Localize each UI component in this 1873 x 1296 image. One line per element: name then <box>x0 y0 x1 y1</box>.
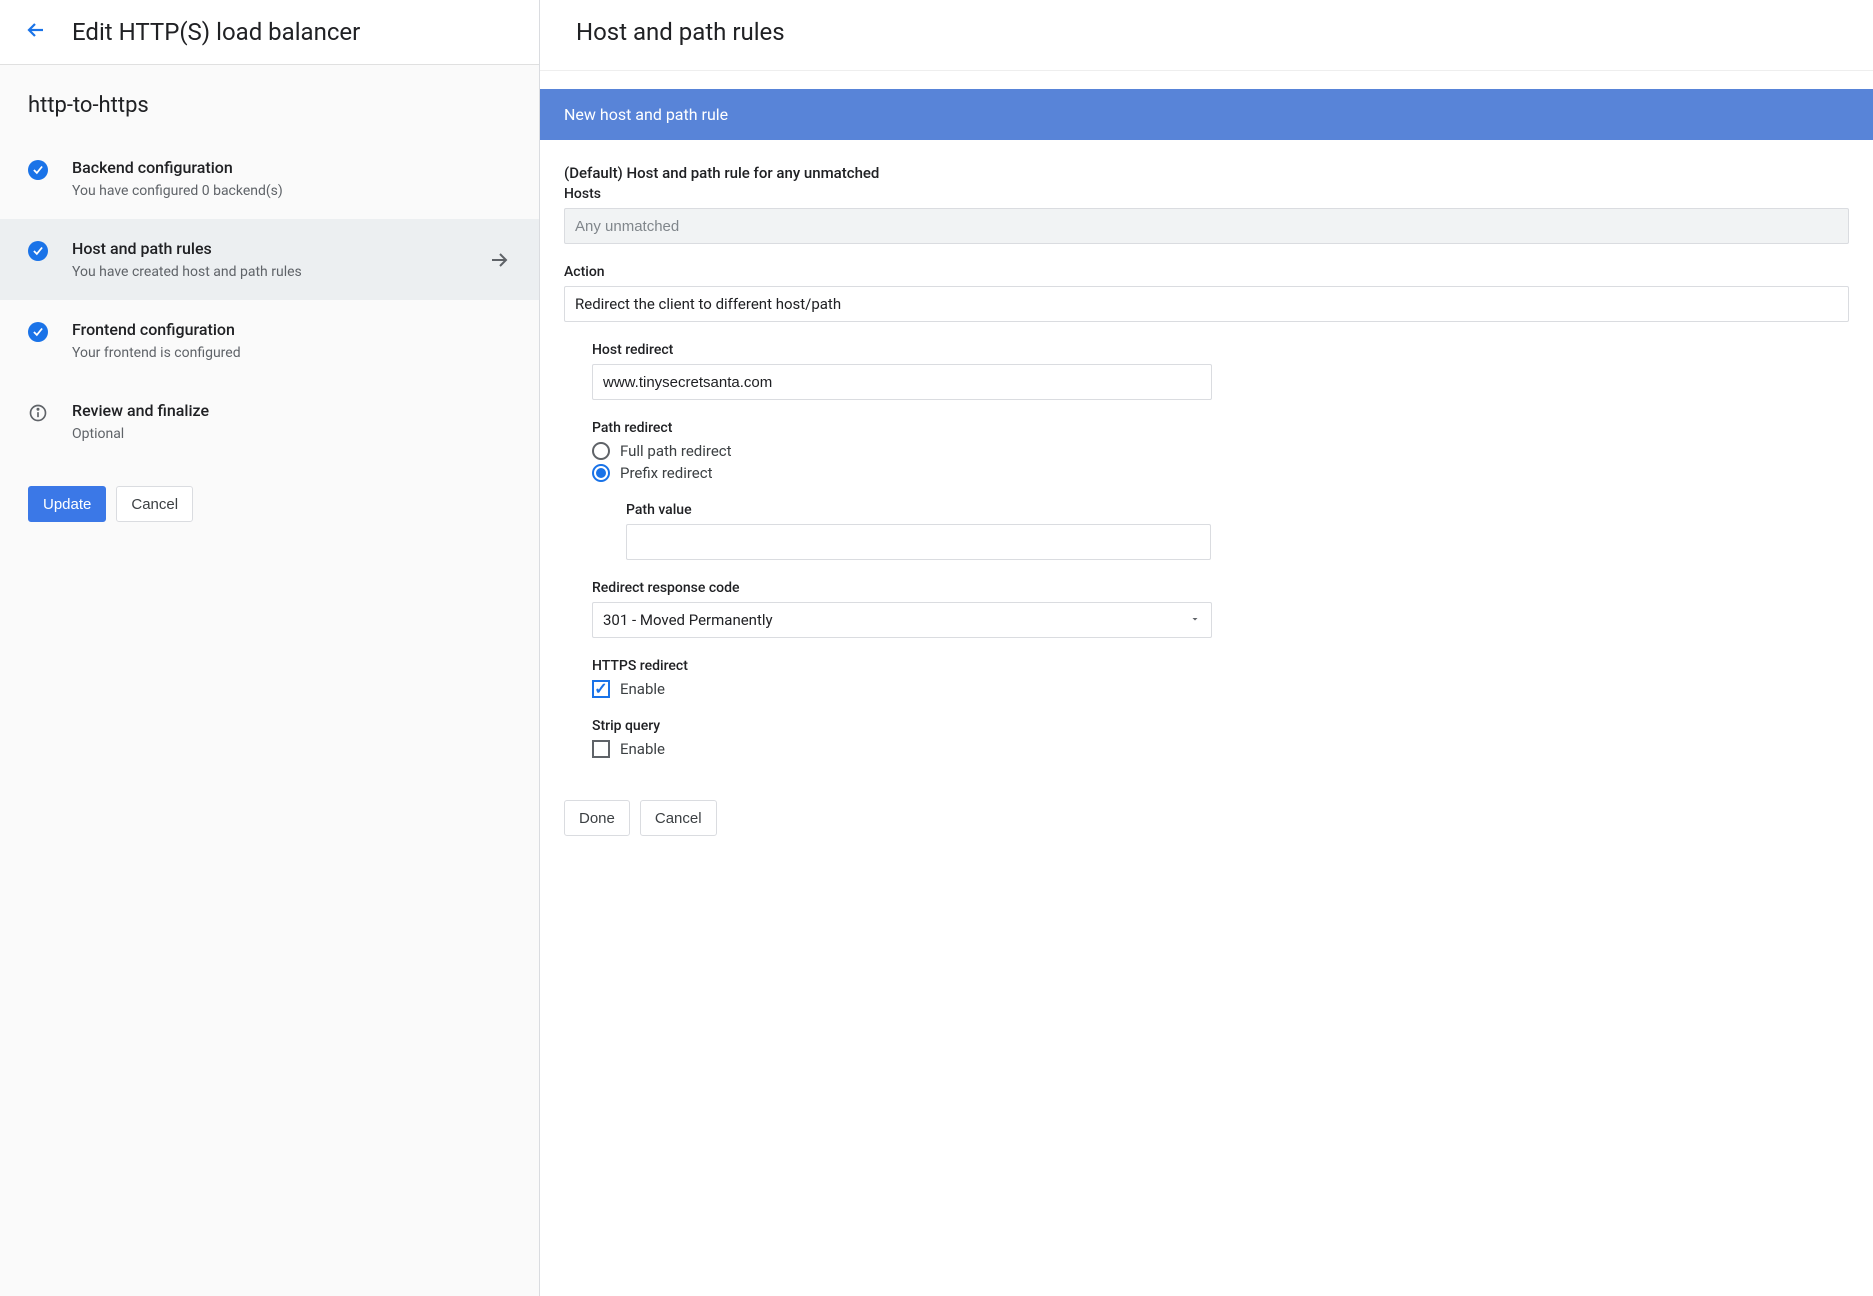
right-pane-title: Host and path rules <box>540 0 1873 71</box>
strip-query-label: Strip query <box>592 718 1849 734</box>
default-rule-title: (Default) Host and path rule for any unm… <box>564 164 1849 182</box>
radio-full-path-redirect[interactable]: Full path redirect <box>592 442 1849 460</box>
response-code-select[interactable]: 301 - Moved Permanently <box>592 602 1212 638</box>
step-title: Host and path rules <box>72 239 463 258</box>
hosts-label: Hosts <box>564 186 1849 202</box>
step-backend-configuration[interactable]: Backend configuration You have configure… <box>0 138 539 219</box>
radio-label: Full path redirect <box>620 442 732 460</box>
strip-query-checkbox[interactable]: Enable <box>592 740 1849 758</box>
checkbox-icon <box>592 680 610 698</box>
step-title: Frontend configuration <box>72 320 511 339</box>
right-actions: Done Cancel <box>540 790 1873 846</box>
path-value-input[interactable] <box>626 524 1211 560</box>
step-title: Review and finalize <box>72 401 511 420</box>
path-redirect-label: Path redirect <box>592 420 1849 436</box>
left-pane: Edit HTTP(S) load balancer http-to-https… <box>0 0 540 1296</box>
rule-banner: New host and path rule <box>540 89 1873 140</box>
checkbox-label: Enable <box>620 680 665 698</box>
radio-label: Prefix redirect <box>620 464 713 482</box>
check-circle-icon <box>28 160 48 180</box>
cancel-button[interactable]: Cancel <box>116 486 193 522</box>
step-host-and-path-rules[interactable]: Host and path rules You have created hos… <box>0 219 539 300</box>
step-frontend-configuration[interactable]: Frontend configuration Your frontend is … <box>0 300 539 381</box>
checkbox-label: Enable <box>620 740 665 758</box>
hosts-input <box>564 208 1849 244</box>
check-circle-icon <box>28 322 48 342</box>
step-subtitle: You have created host and path rules <box>72 264 463 280</box>
step-review-and-finalize[interactable]: Review and finalize Optional <box>0 381 539 462</box>
check-circle-icon <box>28 241 48 261</box>
action-select[interactable]: Redirect the client to different host/pa… <box>564 286 1849 322</box>
host-redirect-input[interactable] <box>592 364 1212 400</box>
right-pane: Host and path rules New host and path ru… <box>540 0 1873 1296</box>
arrow-right-icon <box>487 248 511 272</box>
done-button[interactable]: Done <box>564 800 630 836</box>
page-title: Edit HTTP(S) load balancer <box>72 18 360 46</box>
step-list: Backend configuration You have configure… <box>0 138 539 462</box>
response-code-value: 301 - Moved Permanently <box>603 611 773 629</box>
update-button[interactable]: Update <box>28 486 106 522</box>
step-subtitle: You have configured 0 backend(s) <box>72 183 511 199</box>
left-header: Edit HTTP(S) load balancer <box>0 0 539 65</box>
action-select-value: Redirect the client to different host/pa… <box>575 295 841 313</box>
radio-prefix-redirect[interactable]: Prefix redirect <box>592 464 1849 482</box>
left-actions: Update Cancel <box>0 462 539 546</box>
radio-icon <box>592 464 610 482</box>
response-code-label: Redirect response code <box>592 580 1849 596</box>
load-balancer-name: http-to-https <box>0 65 539 138</box>
step-title: Backend configuration <box>72 158 511 177</box>
action-label: Action <box>564 264 1849 280</box>
info-icon <box>28 403 48 423</box>
checkbox-icon <box>592 740 610 758</box>
radio-icon <box>592 442 610 460</box>
rule-body: (Default) Host and path rule for any unm… <box>540 140 1873 790</box>
cancel-rule-button[interactable]: Cancel <box>640 800 717 836</box>
host-redirect-label: Host redirect <box>592 342 1849 358</box>
step-subtitle: Optional <box>72 426 511 442</box>
path-value-label: Path value <box>626 502 1849 518</box>
chevron-down-icon <box>1189 611 1201 629</box>
https-redirect-label: HTTPS redirect <box>592 658 1849 674</box>
step-subtitle: Your frontend is configured <box>72 345 511 361</box>
back-arrow-icon[interactable] <box>24 18 48 46</box>
https-redirect-checkbox[interactable]: Enable <box>592 680 1849 698</box>
